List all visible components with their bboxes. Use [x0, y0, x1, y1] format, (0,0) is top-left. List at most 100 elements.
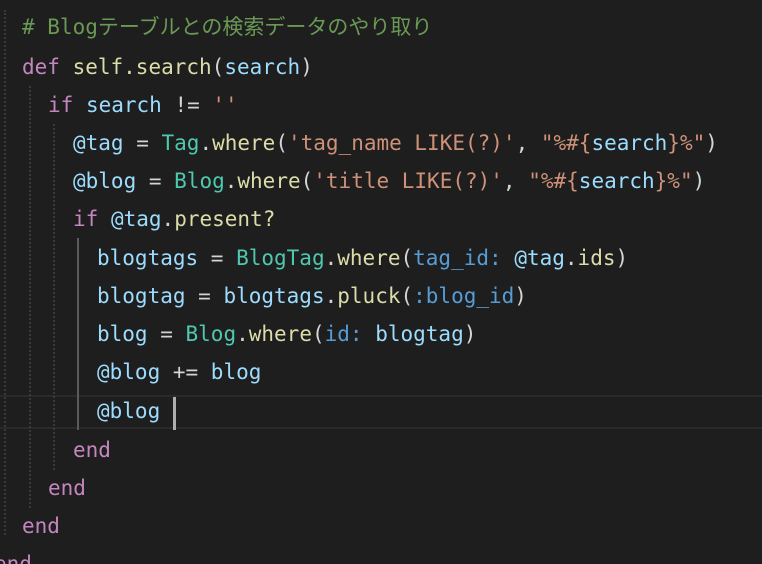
op-token: =: [136, 169, 175, 193]
kw-token: if: [73, 207, 99, 231]
op-token: ): [514, 284, 527, 308]
op-token: ,: [515, 131, 541, 155]
op-token: ,: [502, 169, 529, 193]
const-token: Blog: [174, 169, 225, 193]
op-token: [60, 55, 73, 79]
fn-token: ids: [577, 246, 616, 270]
kw-token: end: [22, 514, 60, 538]
op-token: .: [324, 246, 338, 270]
kw-token: end: [48, 476, 86, 500]
var-token: search: [578, 169, 655, 193]
var-token: search: [224, 55, 301, 79]
code-line-3[interactable]: if search != '': [0, 86, 762, 124]
code-line-6[interactable]: if @tag.present?: [0, 200, 762, 238]
kw-token: def: [22, 55, 60, 79]
var-token: blogtags: [97, 246, 199, 270]
op-token: [98, 207, 111, 231]
op-token: (: [211, 55, 225, 79]
op-token: .: [224, 169, 238, 193]
const-token: Blog: [185, 322, 237, 346]
line-content: @tag = Tag.where('tag_name LIKE(?)', "%#…: [73, 124, 718, 162]
def-token: self.search: [72, 55, 212, 79]
line-content: blogtag = blogtags.pluck(:blog_id): [97, 277, 527, 315]
code-line-9[interactable]: blog = Blog.where(id: blogtag): [0, 315, 762, 353]
var-token: @blog: [73, 169, 137, 193]
kw-token: end: [73, 438, 111, 462]
line-content: blogtags = BlogTag.where(tag_id: @tag.id…: [97, 239, 628, 277]
code-line-8[interactable]: blogtag = blogtags.pluck(:blog_id): [0, 277, 762, 315]
op-token: ): [692, 169, 706, 193]
op-token: =: [198, 246, 237, 270]
code-line-14[interactable]: end: [0, 507, 762, 545]
op-token: ): [300, 55, 313, 79]
code-line-1[interactable]: # Blogテーブルとの検索データのやり取り: [0, 8, 762, 46]
line-content: end: [73, 431, 111, 469]
fn-token: where: [212, 131, 276, 155]
fn-token: where: [237, 169, 301, 193]
op-token: ): [705, 131, 718, 155]
op-token: ): [463, 322, 477, 346]
text-cursor: [173, 397, 176, 430]
code-line-11[interactable]: @blog: [0, 392, 762, 430]
var-token: blogtags: [223, 284, 325, 308]
op-token: +=: [160, 360, 211, 384]
sym-token: id:: [324, 322, 363, 346]
str-token: 'tag_name LIKE(?)': [287, 131, 516, 155]
line-content: if @tag.present?: [73, 200, 275, 238]
code-line-5[interactable]: @blog = Blog.where('title LIKE(?)', "%#{…: [0, 162, 762, 200]
line-content: end: [48, 469, 86, 507]
code-line-12[interactable]: end: [0, 431, 762, 469]
line-content: @blog += blog: [97, 353, 261, 391]
code-editor[interactable]: # Blogテーブルとの検索データのやり取り def self.search(s…: [0, 0, 762, 564]
op-token: .: [199, 131, 213, 155]
op-token: =: [185, 284, 224, 308]
var-token: @tag: [514, 246, 565, 270]
str-token: "%#{: [540, 131, 592, 155]
code-line-7[interactable]: blogtags = BlogTag.where(tag_id: @tag.id…: [0, 239, 762, 277]
str-token: 'title LIKE(?)': [313, 169, 503, 193]
line-content: blog = Blog.where(id: blogtag): [97, 315, 476, 353]
line-content: @blog = Blog.where('title LIKE(?)', "%#{…: [73, 162, 705, 200]
fn-token: present?: [174, 207, 276, 231]
var-token: @blog: [97, 399, 161, 423]
op-token: .: [161, 207, 175, 231]
str-token: }%": [667, 131, 706, 155]
var-token: blogtag: [97, 284, 186, 308]
var-token: blog: [210, 360, 262, 384]
op-token: !=: [161, 93, 213, 117]
fn-token: pluck: [337, 284, 401, 308]
sym-token: tag_id:: [413, 246, 502, 270]
var-token: blogtag: [375, 322, 464, 346]
code-line-10[interactable]: @blog += blog: [0, 353, 762, 391]
kw-token: if: [48, 93, 74, 117]
op-token: (: [400, 246, 414, 270]
op-token: =: [123, 131, 162, 155]
var-token: search: [85, 93, 162, 117]
str-token: "%#{: [528, 169, 579, 193]
str-token: }%": [654, 169, 693, 193]
comment-token: # Blogテーブルとの検索データのやり取り: [22, 15, 433, 39]
line-content: def self.search(search): [22, 48, 313, 86]
line-content: if search != '': [48, 86, 238, 124]
line-content: @blog: [97, 392, 160, 430]
line-content: end: [22, 507, 60, 545]
sym-token: :blog_id: [413, 284, 515, 308]
var-token: search: [591, 131, 668, 155]
op-token: .: [324, 284, 338, 308]
kw-token: end: [0, 552, 32, 564]
code-line-2[interactable]: def self.search(search): [0, 48, 762, 86]
op-token: (: [300, 169, 314, 193]
code-line-4[interactable]: @tag = Tag.where('tag_name LIKE(?)', "%#…: [0, 124, 762, 162]
fn-token: where: [337, 246, 401, 270]
op-token: .: [564, 246, 578, 270]
op-token: (: [311, 322, 325, 346]
var-token: blog: [97, 322, 148, 346]
op-token: (: [400, 284, 414, 308]
line-content: end: [0, 545, 32, 564]
code-line-13[interactable]: end: [0, 469, 762, 507]
const-token: BlogTag: [236, 246, 325, 270]
op-token: .: [236, 322, 249, 346]
str-token: '': [212, 93, 238, 117]
var-token: @blog: [97, 360, 161, 384]
code-line-15[interactable]: end: [0, 545, 762, 564]
